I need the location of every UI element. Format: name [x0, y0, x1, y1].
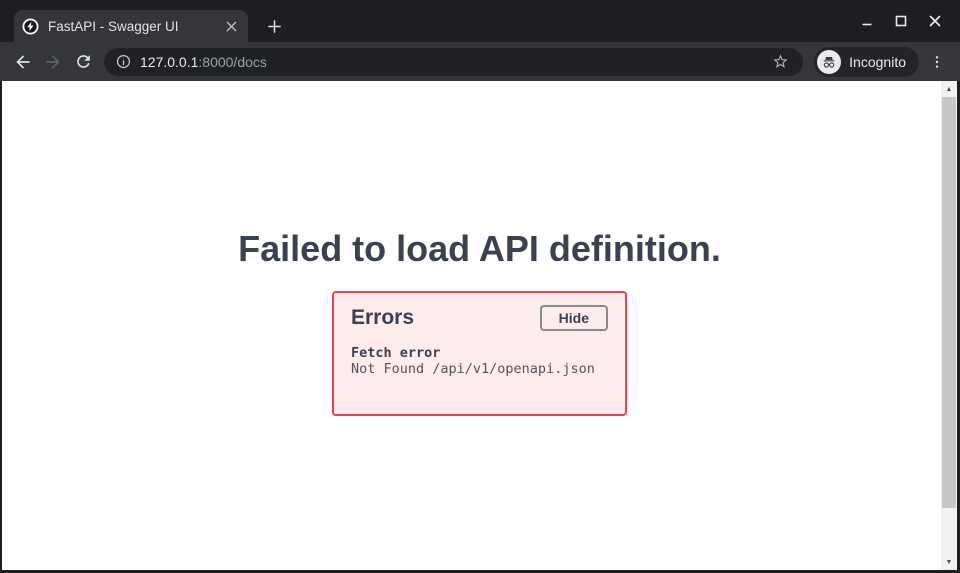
- tab-fastapi-swagger[interactable]: FastAPI - Swagger UI: [14, 10, 248, 42]
- back-icon[interactable]: [8, 47, 38, 77]
- bookmark-star-icon[interactable]: [769, 51, 791, 73]
- fastapi-favicon-icon: [22, 18, 39, 35]
- url-host: 127.0.0.1: [140, 54, 198, 70]
- url-text: 127.0.0.1:8000/docs: [140, 54, 267, 70]
- tab-strip: FastAPI - Swagger UI: [0, 0, 960, 42]
- tab-title: FastAPI - Swagger UI: [48, 19, 222, 34]
- error-title: Fetch error: [351, 345, 608, 361]
- scrollbar-thumb[interactable]: [942, 97, 956, 508]
- address-bar[interactable]: 127.0.0.1:8000/docs: [104, 48, 803, 76]
- error-message: Not Found /api/v1/openapi.json: [351, 361, 608, 377]
- site-info-icon[interactable]: [116, 54, 131, 69]
- incognito-icon: [817, 50, 841, 74]
- vertical-scrollbar[interactable]: ▲ ▼: [941, 81, 957, 570]
- url-path: :8000/docs: [198, 54, 267, 70]
- incognito-badge: Incognito: [814, 47, 919, 77]
- new-tab-button[interactable]: [261, 13, 287, 39]
- page-title: Failed to load API definition.: [2, 81, 957, 270]
- errors-panel: Errors Hide Fetch error Not Found /api/v…: [332, 291, 627, 416]
- error-item: Fetch error Not Found /api/v1/openapi.js…: [351, 345, 608, 377]
- browser-window: FastAPI - Swagger UI: [0, 0, 960, 573]
- incognito-label: Incognito: [849, 54, 906, 70]
- page-content: Failed to load API definition. Errors Hi…: [2, 81, 957, 570]
- errors-title: Errors: [351, 306, 414, 330]
- forward-icon[interactable]: [38, 47, 68, 77]
- browser-toolbar: 127.0.0.1:8000/docs Incognito: [0, 42, 960, 81]
- maximize-icon[interactable]: [890, 10, 912, 32]
- browser-menu-icon[interactable]: [922, 47, 952, 77]
- tab-close-icon[interactable]: [222, 17, 240, 35]
- close-window-icon[interactable]: [924, 10, 946, 32]
- reload-icon[interactable]: [68, 47, 98, 77]
- errors-header: Errors Hide: [351, 305, 608, 331]
- window-controls: [856, 0, 946, 42]
- scroll-up-icon[interactable]: ▲: [941, 81, 957, 97]
- minimize-icon[interactable]: [856, 10, 878, 32]
- hide-errors-button[interactable]: Hide: [540, 305, 608, 331]
- scroll-down-icon[interactable]: ▼: [941, 554, 957, 570]
